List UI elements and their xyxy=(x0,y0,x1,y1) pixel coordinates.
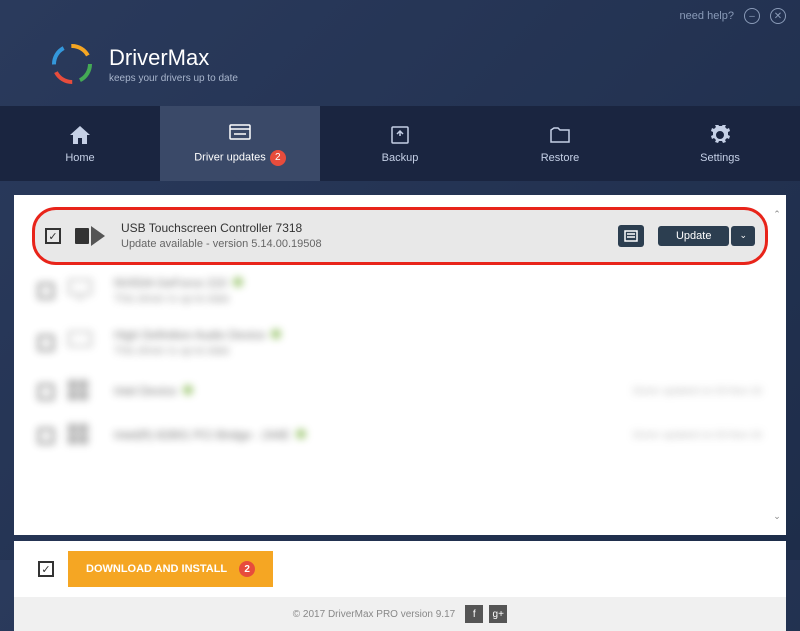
copyright: © 2017 DriverMax PRO version 9.17 xyxy=(293,609,455,620)
driver-name: High Definition Audio Device xyxy=(114,328,265,342)
driver-checkbox[interactable] xyxy=(45,228,61,244)
nav-settings[interactable]: Settings xyxy=(640,106,800,181)
nav-driver-updates[interactable]: Driver updates 2 xyxy=(160,106,320,181)
driver-status: Update available - version 5.14.00.19508 xyxy=(121,237,604,252)
nav-restore[interactable]: Restore xyxy=(480,106,640,181)
status-ok-icon xyxy=(271,329,281,339)
driver-list: USB Touchscreen Controller 7318 Update a… xyxy=(14,195,786,535)
windows-icon xyxy=(68,380,100,404)
home-icon xyxy=(69,124,91,146)
driver-row[interactable]: Intel Device Driver updated on 03-Nov-16 xyxy=(14,370,786,414)
nav-label: Restore xyxy=(541,152,580,164)
driver-checkbox[interactable] xyxy=(38,384,54,400)
nav-label: Backup xyxy=(382,152,419,164)
audio-icon xyxy=(68,331,100,355)
scrollbar[interactable]: ⌃ ⌄ xyxy=(770,207,784,523)
nav-home[interactable]: Home xyxy=(0,106,160,181)
brand-tagline: keeps your drivers up to date xyxy=(109,73,238,84)
updates-badge: 2 xyxy=(270,150,286,166)
help-link[interactable]: need help? xyxy=(680,10,734,22)
app-logo xyxy=(50,42,94,86)
driver-row[interactable]: Intel(R) 82801 PCI Bridge - 244E Driver … xyxy=(14,414,786,458)
backup-icon xyxy=(389,124,411,146)
footer: © 2017 DriverMax PRO version 9.17 f g+ xyxy=(14,597,786,631)
status-ok-icon xyxy=(296,429,306,439)
minimize-button[interactable]: – xyxy=(744,8,760,24)
driver-checkbox[interactable] xyxy=(38,428,54,444)
gear-icon xyxy=(709,124,731,146)
close-button[interactable]: ✕ xyxy=(770,8,786,24)
restore-icon xyxy=(549,124,571,146)
status-ok-icon xyxy=(233,277,243,287)
info-button[interactable] xyxy=(618,225,644,247)
driver-name: NVIDIA GeForce 210 xyxy=(114,276,227,290)
touchscreen-icon xyxy=(75,224,107,248)
driver-row-highlighted[interactable]: USB Touchscreen Controller 7318 Update a… xyxy=(32,207,768,265)
driver-right-status: Driver updated on 03-Nov-16 xyxy=(633,430,762,441)
install-badge: 2 xyxy=(239,561,255,577)
download-install-button[interactable]: DOWNLOAD AND INSTALL 2 xyxy=(68,551,273,587)
update-dropdown[interactable]: ⌄ xyxy=(731,226,755,246)
monitor-icon xyxy=(68,279,100,303)
driver-right-status: Driver updated on 03-Nov-16 xyxy=(633,386,762,397)
nav-label: Home xyxy=(65,152,94,164)
driver-row[interactable]: NVIDIA GeForce 210 This driver is up-to-… xyxy=(14,265,786,317)
bottom-bar: DOWNLOAD AND INSTALL 2 xyxy=(14,541,786,597)
scroll-up-icon[interactable]: ⌃ xyxy=(770,207,784,221)
nav-backup[interactable]: Backup xyxy=(320,106,480,181)
driver-name: Intel Device xyxy=(114,384,177,398)
nav-label: Driver updates xyxy=(194,151,266,163)
update-button[interactable]: Update xyxy=(658,226,729,246)
navbar: Home Driver updates 2 Backup Restore Sett… xyxy=(0,106,800,181)
driver-name: USB Touchscreen Controller 7318 xyxy=(121,220,604,237)
scroll-down-icon[interactable]: ⌄ xyxy=(770,509,784,523)
google-plus-icon[interactable]: g+ xyxy=(489,605,507,623)
select-all-checkbox[interactable] xyxy=(38,561,54,577)
driver-name: Intel(R) 82801 PCI Bridge - 244E xyxy=(114,428,290,442)
brand-name: DriverMax xyxy=(109,45,238,71)
driver-row[interactable]: High Definition Audio Device This driver… xyxy=(14,317,786,369)
driver-checkbox[interactable] xyxy=(38,283,54,299)
windows-icon xyxy=(68,424,100,448)
driver-checkbox[interactable] xyxy=(38,335,54,351)
driver-status: This driver is up-to-date xyxy=(114,344,762,359)
updates-icon xyxy=(229,122,251,144)
header: DriverMax keeps your drivers up to date xyxy=(0,32,800,106)
driver-status: This driver is up-to-date xyxy=(114,292,762,307)
facebook-icon[interactable]: f xyxy=(465,605,483,623)
nav-label: Settings xyxy=(700,152,740,164)
status-ok-icon xyxy=(183,385,193,395)
